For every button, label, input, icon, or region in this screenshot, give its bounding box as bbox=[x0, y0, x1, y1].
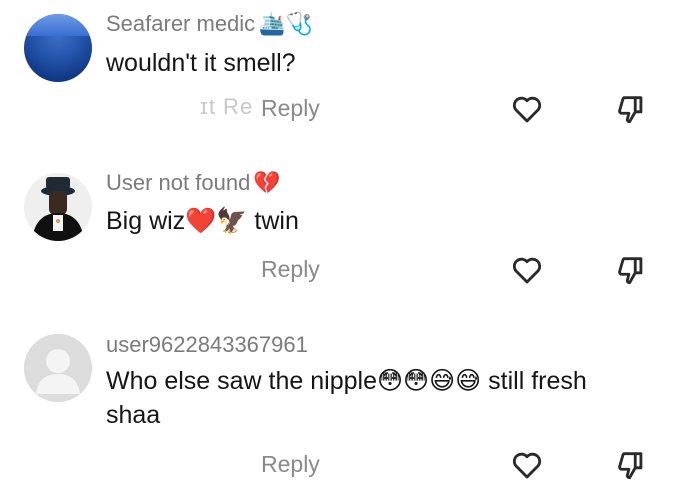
comment-username[interactable]: Seafarer medic 🛳️🩺 bbox=[106, 11, 313, 37]
person-avatar[interactable] bbox=[24, 173, 92, 241]
heart-icon[interactable] bbox=[510, 92, 544, 126]
broken-heart-badge: 💔 bbox=[253, 170, 281, 195]
default-avatar[interactable] bbox=[24, 334, 92, 402]
thumbs-down-icon[interactable] bbox=[614, 253, 648, 287]
comment-username[interactable]: user9622843367961 bbox=[106, 332, 308, 358]
ghost-text: ɪt Re bbox=[200, 94, 254, 119]
reply-button[interactable]: Reply bbox=[261, 451, 320, 478]
heart-icon[interactable] bbox=[510, 448, 544, 482]
comment-text: Big wiz❤️🦅 twin bbox=[106, 207, 299, 235]
comment-text: Who else saw the nipple😳😳😅😅 still fresh … bbox=[106, 367, 587, 429]
reply-button[interactable]: Reply bbox=[261, 95, 320, 122]
ocean-avatar[interactable] bbox=[24, 14, 92, 82]
thumbs-down-icon[interactable] bbox=[614, 92, 648, 126]
ship-stethoscope-badge: 🛳️🩺 bbox=[258, 11, 313, 36]
heart-icon[interactable] bbox=[510, 253, 544, 287]
reply-button[interactable]: Reply bbox=[261, 256, 320, 283]
comment-text: wouldn't it smell? bbox=[106, 49, 296, 77]
thumbs-down-icon[interactable] bbox=[614, 448, 648, 482]
comment-username[interactable]: User not found 💔 bbox=[106, 170, 281, 196]
